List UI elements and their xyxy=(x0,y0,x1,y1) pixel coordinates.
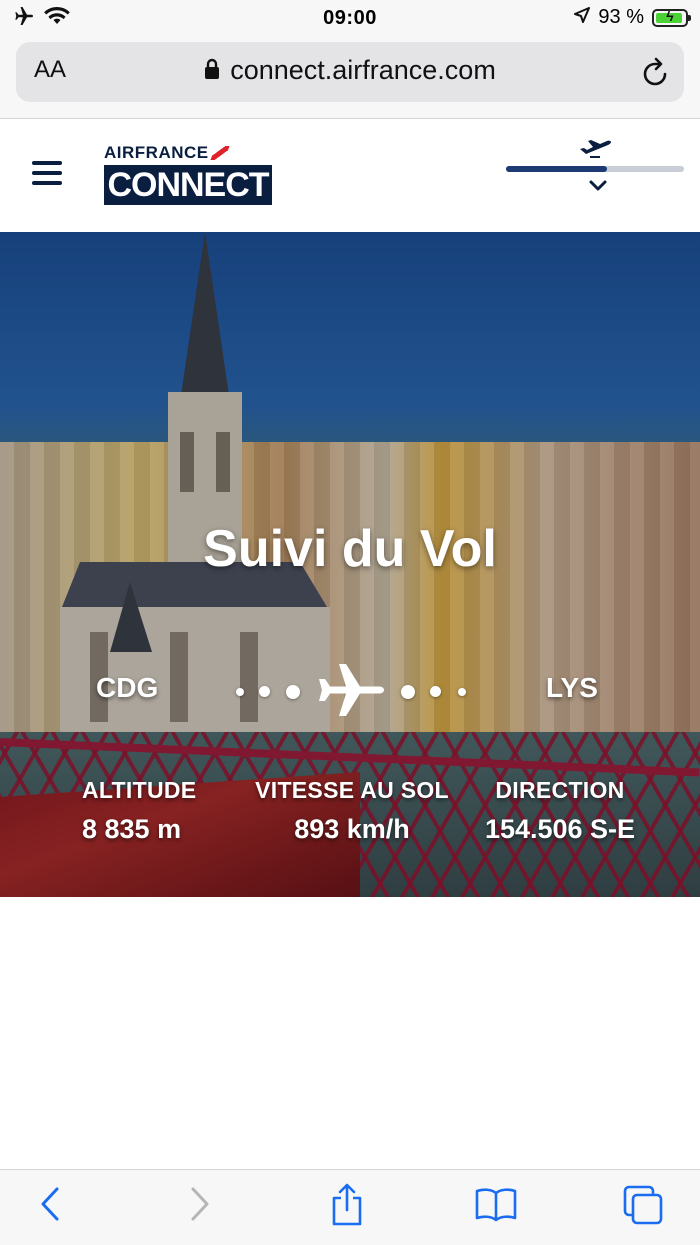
location-arrow-icon xyxy=(574,6,591,29)
battery-percent: 93 % xyxy=(598,6,644,28)
address-bar[interactable]: AA connect.airfrance.com xyxy=(16,42,684,102)
forward-icon[interactable] xyxy=(188,1186,212,1227)
tabs-icon[interactable] xyxy=(622,1184,664,1231)
browser-toolbar xyxy=(0,1169,700,1245)
battery-charging-icon: ϟ xyxy=(652,8,691,27)
site-header: AIRFRANCE CONNECT xyxy=(0,119,700,233)
stat-altitude: ALTITUDE 8 835 m xyxy=(82,777,196,845)
destination-airport: LYS xyxy=(546,672,598,703)
back-icon[interactable] xyxy=(38,1186,62,1227)
url-text[interactable]: connect.airfrance.com xyxy=(230,55,496,85)
origin-airport: CDG xyxy=(96,672,159,703)
stat-value: 154.506 S-E xyxy=(484,814,636,844)
airplane-icon xyxy=(316,662,386,723)
bookmarks-icon[interactable] xyxy=(475,1186,517,1227)
stat-label: ALTITUDE xyxy=(82,777,197,803)
flight-progress-bar xyxy=(506,166,684,172)
stat-ground-speed: VITESSE AU SOL 893 km/h xyxy=(252,777,452,845)
status-bar: 09:00 93 % ϟ xyxy=(0,0,700,36)
logo-bottom-text: CONNECT xyxy=(104,165,272,205)
lock-icon xyxy=(204,56,220,87)
logo-top-text: AIRFRANCE xyxy=(104,143,209,162)
takeoff-icon xyxy=(578,139,612,164)
stat-value: 893 km/h xyxy=(294,814,410,844)
chevron-down-icon xyxy=(588,179,608,198)
stat-value: 8 835 m xyxy=(82,814,182,844)
flight-tracking-hero: Suivi du Vol CDG LYS ALTITUDE 8 835 m VI… xyxy=(0,232,700,897)
flight-route: CDG LYS xyxy=(0,662,700,722)
reload-icon[interactable] xyxy=(640,56,670,93)
menu-icon[interactable] xyxy=(32,161,62,185)
stat-label: VITESSE AU SOL xyxy=(255,777,449,803)
flight-progress-toggle[interactable] xyxy=(506,139,684,209)
airfrance-connect-logo[interactable]: AIRFRANCE CONNECT xyxy=(104,143,276,207)
page-title: Suivi du Vol xyxy=(203,520,497,578)
stat-label: DIRECTION xyxy=(495,777,625,803)
browser-address-area: AA connect.airfrance.com xyxy=(0,36,700,119)
stat-direction: DIRECTION 154.506 S-E xyxy=(470,777,650,845)
share-icon[interactable] xyxy=(330,1182,364,1231)
